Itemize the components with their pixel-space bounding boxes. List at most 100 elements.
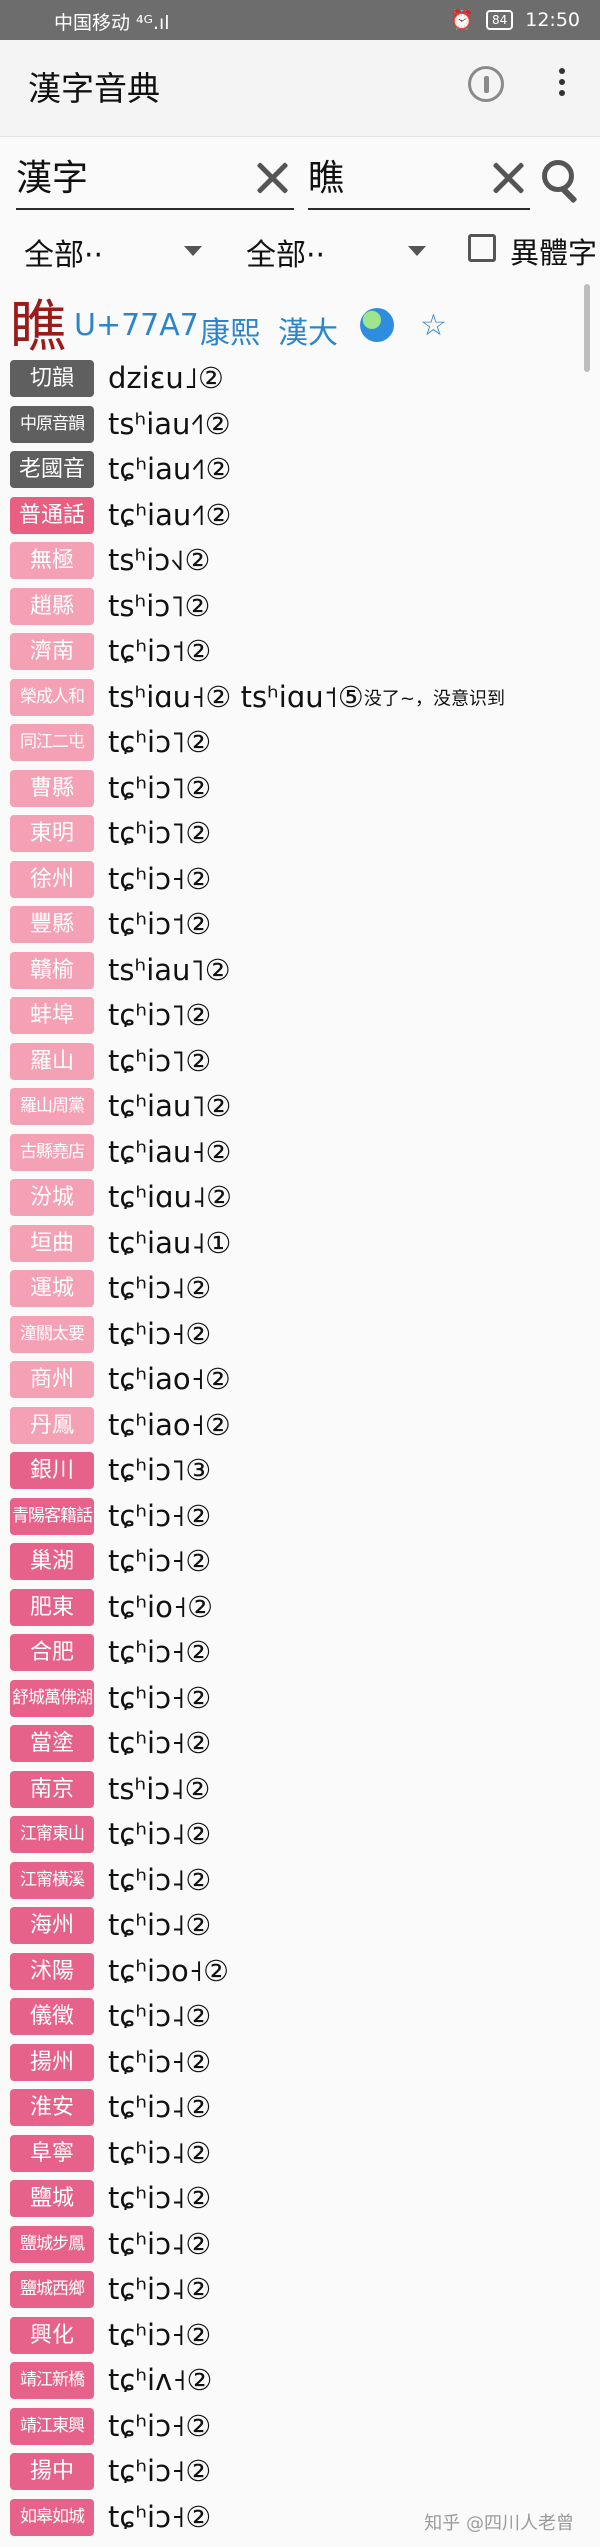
dialect-tag[interactable]: 銀川 bbox=[10, 1452, 94, 1489]
pronunciation-value: tɕʰiao˧② bbox=[108, 1407, 231, 1442]
left-search-input[interactable] bbox=[16, 150, 236, 200]
left-filter-dropdown[interactable]: 全部·· bbox=[24, 230, 204, 274]
dialect-tag[interactable]: 羅山周黨 bbox=[10, 1088, 94, 1125]
variant-checkbox[interactable] bbox=[468, 234, 496, 262]
dialect-tag[interactable]: 如皋如城 bbox=[10, 2498, 94, 2536]
pronunciation-value: tɕʰiɔ˨② bbox=[108, 2135, 212, 2170]
left-clear-icon[interactable] bbox=[254, 160, 290, 196]
right-filter-dropdown[interactable]: 全部·· bbox=[246, 230, 426, 274]
reading-row: 切韻 dziɛu˩② bbox=[0, 356, 600, 402]
dialect-tag[interactable]: 無極 bbox=[10, 542, 94, 579]
globe-icon[interactable] bbox=[360, 308, 394, 342]
dialect-tag[interactable]: 贛榆 bbox=[10, 951, 94, 989]
dialect-tag[interactable]: 舒城萬佛湖 bbox=[10, 1679, 94, 1717]
reading-row: 江甯橫溪 tɕʰiɔ˨② bbox=[0, 1858, 600, 1904]
dialect-tag[interactable]: 江甯東山 bbox=[10, 1816, 94, 1853]
dialect-tag[interactable]: 中原音韻 bbox=[10, 405, 94, 443]
dialect-tag[interactable]: 鹽城 bbox=[10, 2180, 94, 2217]
right-clear-icon[interactable] bbox=[490, 160, 526, 196]
pronunciation-value: tɕʰiau˥② bbox=[108, 1089, 232, 1123]
pronunciation-value: tɕʰiɔ˨② bbox=[108, 1999, 212, 2033]
dialect-tag[interactable]: 鹽城西鄉 bbox=[10, 2271, 94, 2308]
dialect-tag[interactable]: 同江二屯 bbox=[10, 724, 94, 761]
search-icon[interactable] bbox=[540, 160, 582, 204]
pronunciation-text: tɕʰiao˧② bbox=[108, 1361, 231, 1398]
dialect-tag[interactable]: 沭陽 bbox=[10, 1952, 94, 1990]
dialect-tag[interactable]: 趙縣 bbox=[10, 587, 94, 625]
dialect-tag[interactable]: 海州 bbox=[10, 1907, 94, 1944]
pronunciation-text: tɕʰiɔ˧② bbox=[108, 2499, 211, 2536]
dictionary-link-2[interactable]: 漢大 bbox=[278, 308, 338, 352]
pronunciation-value: tɕʰiɔ˧② bbox=[108, 2499, 212, 2534]
dialect-tag[interactable]: 淮安 bbox=[10, 2089, 94, 2126]
dialect-tag[interactable]: 老國音 bbox=[10, 451, 94, 488]
reading-row: 青陽客籍話 tɕʰiɔ˧② bbox=[0, 1494, 600, 1540]
dialect-tag[interactable]: 濟南 bbox=[10, 633, 94, 670]
reading-row: 徐州 tɕʰiɔ˧② bbox=[0, 857, 600, 903]
reading-row: 東明 tɕʰiɔ˥② bbox=[0, 811, 600, 857]
pronunciation-value: tɕʰiao˧② bbox=[108, 1362, 231, 1396]
more-menu-icon[interactable] bbox=[554, 68, 570, 102]
pronunciation-value: tɕʰiau˧② bbox=[108, 1134, 232, 1169]
dialect-tag[interactable]: 當塗 bbox=[10, 1725, 94, 1762]
pronunciation-text: tɕʰio˧② bbox=[108, 1589, 213, 1626]
dialect-tag[interactable]: 運城 bbox=[10, 1270, 94, 1307]
dialect-tag[interactable]: 徐州 bbox=[10, 860, 94, 898]
pronunciation-text: tɕʰiɑu˨② bbox=[108, 1179, 232, 1216]
dialect-tag[interactable]: 垣曲 bbox=[10, 1224, 94, 1262]
pronunciation-text: tsʰiau˧˥② bbox=[108, 406, 231, 443]
dialect-tag[interactable]: 東明 bbox=[10, 815, 94, 852]
dialect-tag[interactable]: 蚌埠 bbox=[10, 997, 94, 1034]
dialect-tag[interactable]: 榮成人和 bbox=[10, 678, 94, 716]
dialect-tag[interactable]: 巢湖 bbox=[10, 1543, 94, 1580]
dialect-tag[interactable]: 潼關太要 bbox=[10, 1315, 94, 1353]
dialect-tag[interactable]: 切韻 bbox=[10, 360, 94, 397]
pronunciation-value: tɕʰiau˧˥② bbox=[108, 452, 232, 486]
pronunciation-text: tɕʰiɔ˨② bbox=[108, 1907, 211, 1944]
dialect-tag[interactable]: 阜寧 bbox=[10, 2134, 94, 2172]
dialect-tag[interactable]: 曹縣 bbox=[10, 769, 94, 807]
dialect-tag[interactable]: 靖江新橋 bbox=[10, 2362, 94, 2399]
pronunciation-text: tɕʰiɔ˧② bbox=[108, 2044, 211, 2081]
reading-row: 普通話 tɕʰiau˧˥② bbox=[0, 493, 600, 539]
right-search-input[interactable] bbox=[308, 150, 468, 200]
pronunciation-text: tɕʰiɔ˨② bbox=[108, 1816, 211, 1853]
left-search-field bbox=[16, 150, 294, 210]
dialect-tag[interactable]: 江甯橫溪 bbox=[10, 1861, 94, 1899]
dialect-tag[interactable]: 汾城 bbox=[10, 1179, 94, 1216]
favorite-star-icon[interactable]: ☆ bbox=[420, 308, 447, 343]
dialect-tag[interactable]: 青陽客籍話 bbox=[10, 1497, 94, 1535]
dialect-tag[interactable]: 南京 bbox=[10, 1770, 94, 1808]
dialect-tag[interactable]: 鹽城步鳳 bbox=[10, 2225, 94, 2263]
reading-row: 贛榆 tsʰiau˥② bbox=[0, 948, 600, 994]
clock-text: 12:50 bbox=[525, 8, 580, 31]
filter-row: 全部·· 全部·· 異體字 bbox=[0, 222, 600, 276]
dialect-tag[interactable]: 羅山 bbox=[10, 1042, 94, 1080]
dialect-tag[interactable]: 豐縣 bbox=[10, 906, 94, 943]
pronunciation-text: tɕʰiɔ˨② bbox=[108, 2180, 211, 2217]
pronunciation-value: tsʰiɔ˧˩② bbox=[108, 543, 211, 577]
dialect-tag[interactable]: 儀徵 bbox=[10, 1998, 94, 2035]
pronunciation-text: tɕʰiʌ˧② bbox=[108, 2362, 213, 2399]
unicode-link[interactable]: U+77A7 bbox=[74, 308, 199, 343]
dialect-tag[interactable]: 靖江東興 bbox=[10, 2407, 94, 2445]
reading-row: 羅山周黨 tɕʰiau˥② bbox=[0, 1084, 600, 1130]
pronunciation-value: tɕʰiɔ˨② bbox=[108, 2090, 212, 2124]
dialect-tag[interactable]: 揚州 bbox=[10, 2043, 94, 2081]
pronunciation-text: tɕʰiau˨① bbox=[108, 1225, 232, 1262]
pronunciation-value: tɕʰiɔ˥③ bbox=[108, 1453, 212, 1487]
dialect-tag[interactable]: 肥東 bbox=[10, 1588, 94, 1626]
info-icon[interactable] bbox=[468, 66, 504, 102]
pronunciation-text: dziɛu˩② bbox=[108, 360, 224, 397]
dialect-tag[interactable]: 古縣堯店 bbox=[10, 1133, 94, 1171]
dialect-tag[interactable]: 普通話 bbox=[10, 496, 94, 534]
dialect-tag[interactable]: 合肥 bbox=[10, 1634, 94, 1671]
pronunciation-value: tɕʰiɔ˨② bbox=[108, 2181, 212, 2215]
dialect-tag[interactable]: 商州 bbox=[10, 1361, 94, 1398]
pronunciation-text: tsʰiɔ˨② bbox=[108, 1771, 211, 1808]
dictionary-link-1[interactable]: 康熙 bbox=[200, 308, 260, 352]
dialect-tag[interactable]: 揚中 bbox=[10, 2453, 94, 2490]
dialect-tag[interactable]: 興化 bbox=[10, 2316, 94, 2354]
dialect-tag[interactable]: 丹鳳 bbox=[10, 1406, 94, 1444]
pronunciation-value: tsʰiau˥② bbox=[108, 952, 231, 987]
